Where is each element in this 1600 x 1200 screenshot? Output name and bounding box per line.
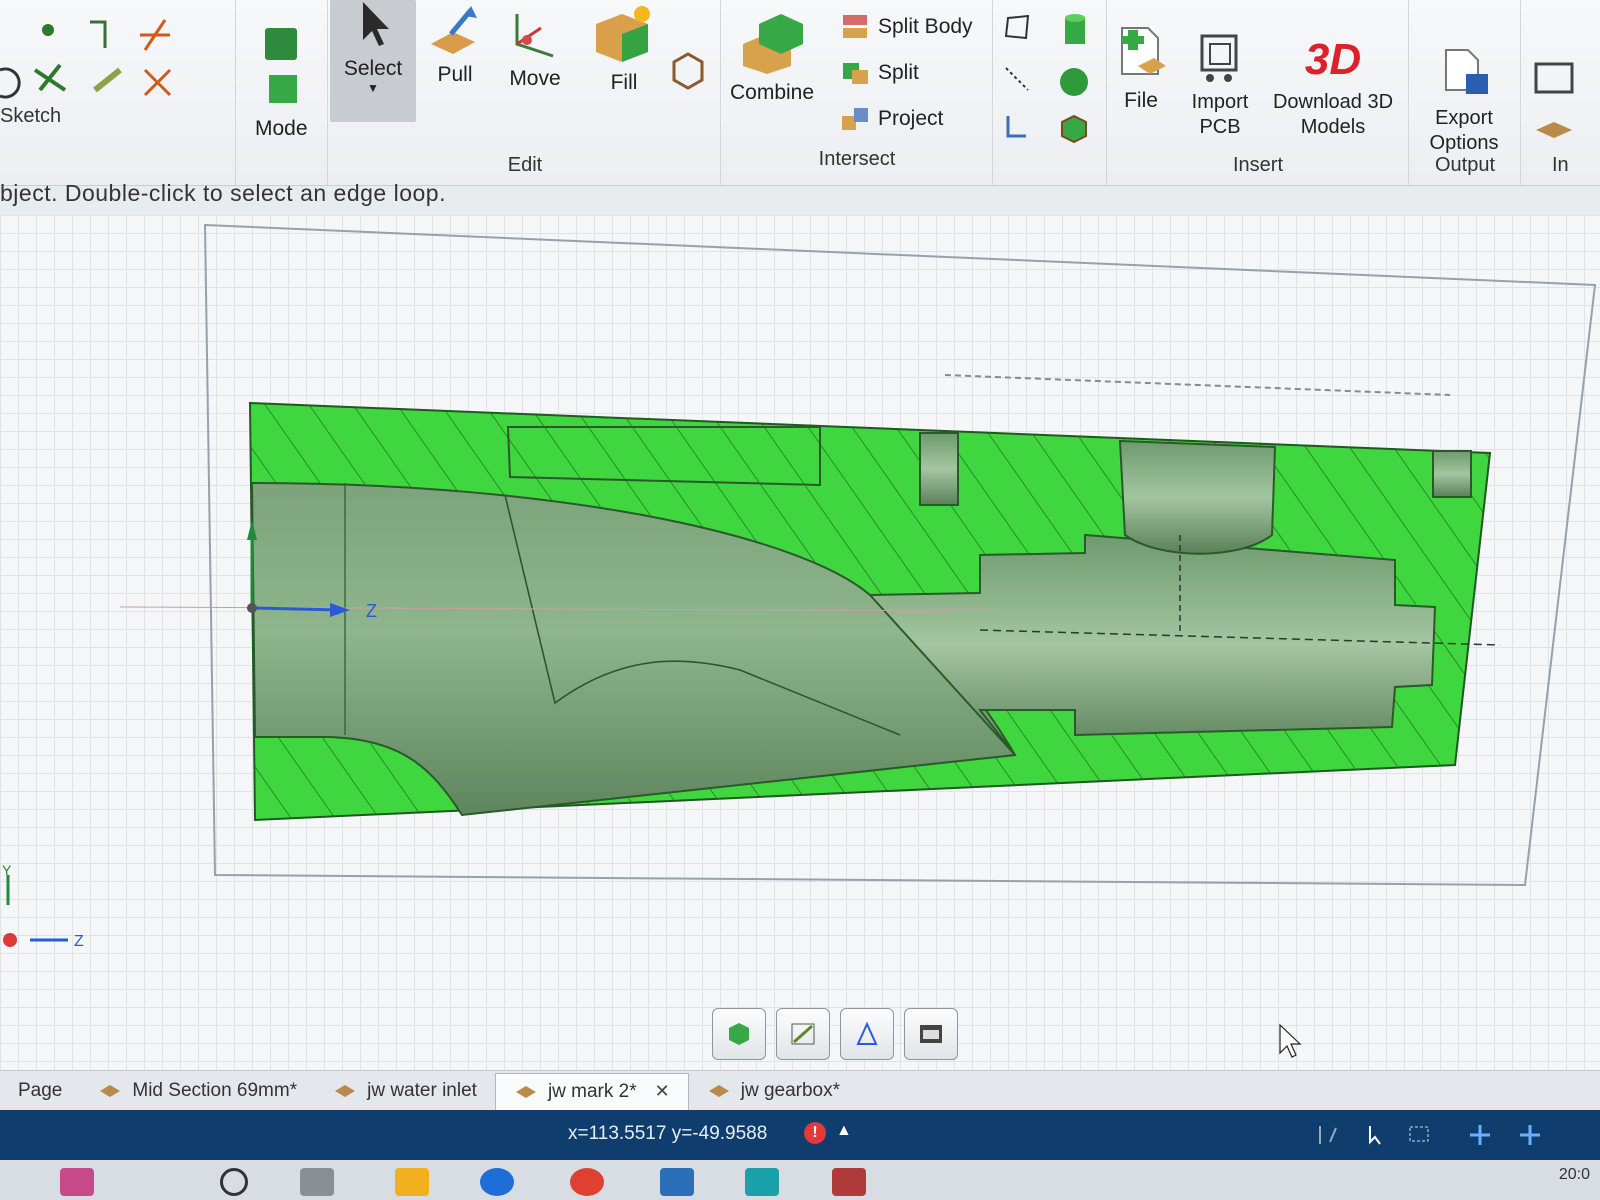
layout-icon — [920, 1025, 942, 1043]
combine-icon — [743, 14, 804, 74]
sketch-tools-icon[interactable] — [0, 10, 200, 100]
selection-tools-icon[interactable] — [1300, 1122, 1560, 1148]
edit-group: Select ▼ Pull Move Fill Edit — [330, 0, 721, 185]
fill-button[interactable]: Fill — [592, 4, 656, 95]
sketch-view-button[interactable] — [776, 1008, 830, 1060]
insert-group: File Import PCB 3D Download 3D Models In… — [1108, 0, 1409, 185]
app-icon-2[interactable] — [745, 1168, 779, 1196]
dowel-hole[interactable] — [1432, 450, 1472, 498]
app-icon[interactable] — [60, 1168, 94, 1196]
shapes-group — [994, 0, 1107, 185]
model-viewport[interactable]: Z Y Z — [0, 215, 1600, 1070]
close-icon[interactable]: ✕ — [655, 1081, 670, 1102]
box-icon[interactable] — [1058, 112, 1090, 144]
split-body-icon — [843, 15, 867, 38]
design-doc-icon — [100, 1085, 121, 1097]
sphere-icon[interactable] — [1058, 66, 1090, 98]
status-hint: bject. Double-click to select an edge lo… — [0, 180, 446, 206]
tab-mark-2[interactable]: jw mark 2* ✕ — [494, 1072, 689, 1110]
chrome-icon[interactable] — [570, 1168, 604, 1196]
download-3d-icon: 3D — [1304, 35, 1362, 84]
export-icon — [1445, 49, 1488, 94]
status-bar: x=113.5517 y=-49.9588 ! ▲ — [0, 1110, 1600, 1160]
tab-page[interactable]: Page — [0, 1073, 80, 1109]
design-doc-icon — [335, 1085, 356, 1097]
tab-mid-section[interactable]: Mid Section 69mm* — [80, 1073, 315, 1109]
section-view-button[interactable] — [840, 1008, 894, 1060]
tab-water-inlet[interactable]: jw water inlet — [315, 1073, 495, 1109]
solid-shape-icon[interactable] — [670, 50, 706, 90]
spaceclaim-icon[interactable] — [832, 1168, 866, 1196]
combine-button[interactable]: Combine — [730, 10, 814, 105]
file-button[interactable]: File — [1114, 24, 1168, 113]
design-canvas[interactable]: Z Y Z — [0, 215, 1600, 1070]
axis-icon[interactable] — [1002, 112, 1032, 142]
task-view-icon[interactable] — [300, 1168, 334, 1196]
tab-gearbox[interactable]: jw gearbox* — [689, 1073, 858, 1109]
tool-icon[interactable] — [1532, 56, 1576, 100]
chevron-down-icon: ▼ — [367, 81, 379, 95]
annotation-line — [944, 374, 1451, 396]
file-explorer-icon[interactable] — [395, 1168, 429, 1196]
search-icon[interactable] — [220, 1168, 248, 1196]
select-arrow-icon — [363, 2, 389, 46]
chevron-up-icon[interactable]: ▲ — [836, 1122, 852, 1140]
stack-icon[interactable] — [1532, 118, 1576, 152]
split-body-button[interactable]: Split Body — [840, 12, 973, 42]
project-button[interactable]: Project — [840, 104, 943, 134]
layout-view-button[interactable] — [904, 1008, 958, 1060]
insert-file-icon — [1121, 27, 1166, 75]
split-icon — [843, 63, 868, 84]
corner-y-label: Y — [2, 862, 12, 878]
move-button[interactable]: Move — [505, 4, 565, 91]
cursor-coordinates: x=113.5517 y=-49.9588 — [568, 1123, 768, 1144]
sketch-pencil-icon — [791, 1023, 815, 1045]
document-tabs: Page Mid Section 69mm* jw water inlet jw… — [0, 1070, 1600, 1111]
cylinder-icon[interactable] — [1060, 12, 1090, 48]
z-axis-label: Z — [366, 601, 377, 621]
view-mode-toolbar — [712, 1008, 958, 1060]
mode-cube-icon — [265, 28, 298, 103]
dowel-hole[interactable] — [919, 432, 959, 506]
project-icon — [842, 108, 868, 130]
design-doc-icon — [515, 1085, 536, 1098]
mode-button[interactable]: Mode — [255, 20, 308, 141]
import-pcb-button[interactable]: Import PCB — [1188, 28, 1252, 140]
line-icon[interactable] — [1002, 64, 1032, 94]
fill-icon — [596, 6, 650, 62]
solid-view-button[interactable] — [712, 1008, 766, 1060]
cube-icon — [729, 1023, 749, 1045]
section-icon — [856, 1021, 878, 1045]
intersect-group: Combine Split Body Split Project Interse… — [722, 0, 993, 185]
rectangle-icon[interactable] — [1002, 12, 1032, 42]
select-button[interactable]: Select ▼ — [330, 0, 416, 122]
corner-z-label: Z — [74, 933, 84, 950]
edge-browser-icon[interactable] — [480, 1168, 514, 1196]
import-pcb-icon — [1200, 34, 1238, 82]
mode-group: Mode — [237, 0, 328, 185]
sketch-label: Sketch — [0, 105, 62, 127]
store-icon[interactable] — [660, 1168, 694, 1196]
mouse-cursor-icon — [1279, 1023, 1302, 1058]
next-group: In — [1522, 0, 1600, 185]
export-options-button[interactable]: Export Options — [1422, 44, 1506, 156]
split-button[interactable]: Split — [840, 58, 919, 88]
origin-dot — [3, 933, 17, 947]
ribbon-toolbar: Sketch Mode Select ▼ Pull Move Fill Edit… — [0, 0, 1600, 186]
move-icon — [515, 14, 554, 58]
output-group: Export Options Output — [1410, 0, 1521, 185]
warning-icon[interactable]: ! — [804, 1122, 826, 1144]
vertical-port[interactable] — [1118, 439, 1277, 555]
clock: 20:0 — [1558, 1166, 1590, 1183]
pull-button[interactable]: Pull — [425, 4, 485, 87]
download-3d-models-button[interactable]: 3D Download 3D Models — [1268, 36, 1398, 140]
z-axis-arrow — [251, 606, 341, 612]
pull-icon — [431, 6, 477, 54]
os-taskbar: 20:0 — [0, 1160, 1600, 1200]
sketch-group: Sketch — [0, 0, 236, 185]
design-doc-icon — [708, 1085, 729, 1097]
